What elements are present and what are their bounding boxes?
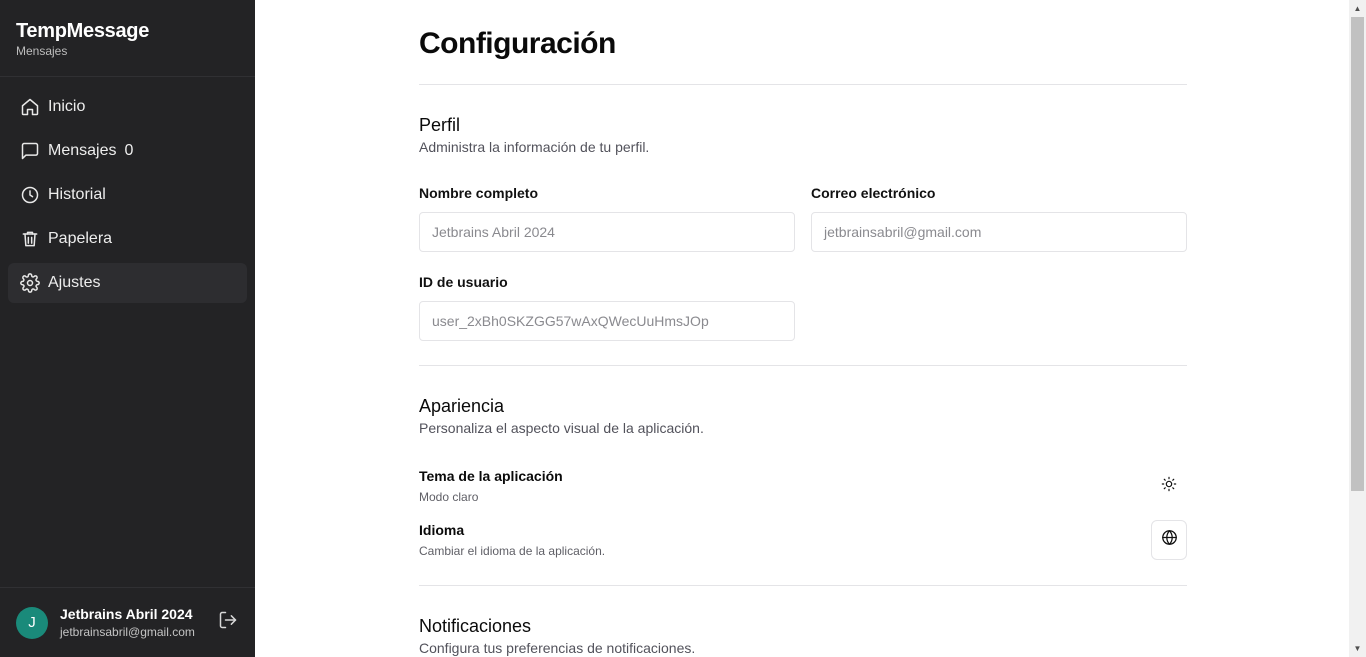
email-field[interactable]: jetbrainsabril@gmail.com [811, 212, 1187, 252]
logout-button[interactable] [217, 610, 239, 635]
sidebar-item-inicio[interactable]: Inicio [8, 87, 247, 127]
divider [419, 365, 1187, 366]
user-email: jetbrainsabril@gmail.com [60, 625, 195, 639]
page-scrollbar[interactable]: ▲ ▼ [1349, 0, 1366, 657]
page-title: Configuración [419, 27, 616, 60]
user-id-field[interactable]: user_2xBh0SKZGG57wAxQWecUuHmsJOp [419, 301, 795, 341]
appearance-section-description: Personaliza el aspecto visual de la apli… [419, 420, 704, 436]
theme-toggle-button[interactable] [1151, 466, 1187, 506]
sidebar-item-label: Papelera [48, 230, 113, 247]
sidebar-item-historial[interactable]: Historial [8, 175, 247, 215]
theme-setting: Tema de la aplicación Modo claro [419, 466, 1187, 506]
app-subtitle: Mensajes [16, 44, 68, 58]
settings-page: Configuración Perfil Administra la infor… [419, 0, 1187, 656]
sun-icon [1161, 476, 1177, 497]
message-square-icon [20, 141, 40, 161]
home-icon [20, 97, 40, 117]
profile-section-title: Perfil [419, 115, 461, 135]
user-info: Jetbrains Abril 2024 jetbrainsabril@gmai… [60, 606, 217, 639]
user-id-label: ID de usuario [419, 274, 508, 290]
divider [419, 585, 1187, 586]
sidebar-item-label: Historial [48, 186, 106, 203]
globe-icon [1161, 529, 1178, 551]
divider [419, 84, 1187, 85]
scroll-up-arrow-icon[interactable]: ▲ [1349, 0, 1366, 17]
app-title: TempMessage [16, 20, 150, 42]
notifications-section: Notificaciones Configura tus preferencia… [419, 615, 1187, 656]
sidebar: TempMessage Mensajes Inicio Mensajes 0 H… [0, 0, 255, 657]
language-setting: Idioma Cambiar el idioma de la aplicació… [419, 520, 1187, 560]
theme-description: Modo claro [419, 490, 479, 504]
sidebar-item-label: Ajustes [48, 274, 101, 291]
profile-section: Perfil Administra la información de tu p… [419, 114, 1187, 341]
appearance-section-title: Apariencia [419, 396, 505, 416]
theme-title: Tema de la aplicación [419, 468, 563, 484]
logout-icon [218, 610, 238, 635]
full-name-field[interactable]: Jetbrains Abril 2024 [419, 212, 795, 252]
notifications-section-description: Configura tus preferencias de notificaci… [419, 640, 696, 656]
sidebar-nav: Inicio Mensajes 0 Historial Papelera Aju… [0, 77, 255, 303]
trash-icon [20, 229, 40, 249]
sidebar-item-ajustes[interactable]: Ajustes [8, 263, 247, 303]
sidebar-item-mensajes[interactable]: Mensajes 0 [8, 131, 247, 171]
user-profile: J Jetbrains Abril 2024 jetbrainsabril@gm… [0, 587, 255, 657]
language-description: Cambiar el idioma de la aplicación. [419, 544, 606, 558]
user-name: Jetbrains Abril 2024 [60, 606, 193, 622]
full-name-label: Nombre completo [419, 185, 539, 201]
appearance-section: Apariencia Personaliza el aspecto visual… [419, 395, 1187, 560]
message-count-badge: 0 [124, 142, 134, 159]
scroll-down-arrow-icon[interactable]: ▼ [1349, 640, 1366, 657]
clock-icon [20, 185, 40, 205]
email-label: Correo electrónico [811, 185, 936, 201]
notifications-section-title: Notificaciones [419, 616, 532, 636]
gear-icon [20, 273, 40, 293]
sidebar-item-label: Mensajes [48, 142, 117, 159]
language-title: Idioma [419, 522, 465, 538]
scrollbar-thumb[interactable] [1351, 17, 1364, 491]
sidebar-item-papelera[interactable]: Papelera [8, 219, 247, 259]
avatar[interactable]: J [16, 606, 48, 639]
language-button[interactable] [1151, 520, 1187, 560]
brand: TempMessage Mensajes [0, 0, 255, 77]
profile-section-description: Administra la información de tu perfil. [419, 139, 650, 155]
sidebar-item-label: Inicio [48, 98, 86, 115]
